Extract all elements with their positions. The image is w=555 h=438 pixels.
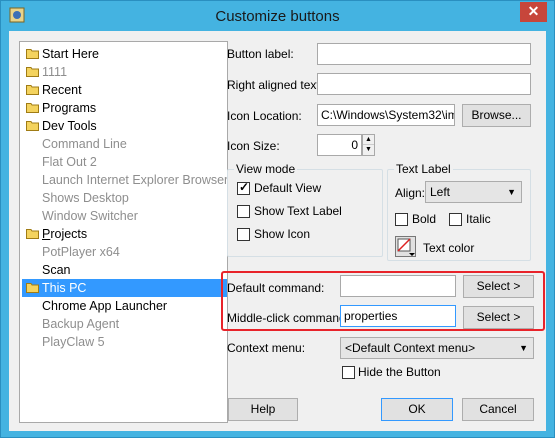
button-label-input[interactable] <box>317 43 531 65</box>
hide-button-label[interactable]: Hide the Button <box>358 365 441 379</box>
default-command-input[interactable] <box>340 275 456 297</box>
middle-click-command-label: Middle-click command: <box>227 311 350 325</box>
default-view-label[interactable]: Default View <box>254 181 321 195</box>
middle-click-command-input[interactable]: properties <box>340 305 456 327</box>
tree-item-label: Flat Out 2 <box>42 155 97 169</box>
icon-size-spinner[interactable]: ▲ ▼ <box>362 134 375 156</box>
tree-item[interactable]: Projects <box>22 225 227 243</box>
tree-item-label: Start Here <box>42 47 99 61</box>
folder-icon <box>26 85 39 95</box>
checkmark-icon: ✓ <box>239 180 250 194</box>
tree-item-label: Chrome App Launcher <box>42 299 168 313</box>
window-title: Customize buttons <box>215 8 340 25</box>
right-aligned-text-label: Right aligned text: <box>227 78 324 92</box>
view-mode-title: View mode <box>234 162 298 176</box>
text-color-label: Text color <box>423 241 475 255</box>
customize-buttons-window: Customize buttons ✕ Start Here 1111 Recent… <box>0 0 555 438</box>
tree-item[interactable]: This PC <box>22 279 227 297</box>
default-command-select-button[interactable]: Select > <box>463 275 534 298</box>
tree-item-label: Command Line <box>42 137 127 151</box>
tree-item[interactable]: 1111 <box>22 63 227 81</box>
tree-item[interactable]: PlayClaw 5 <box>22 333 227 351</box>
text-color-picker-icon[interactable] <box>395 236 416 257</box>
tree-item-label: Launch Internet Explorer Browser <box>42 173 228 187</box>
tree-item-label: Window Switcher <box>42 209 138 223</box>
tree-item[interactable]: Start Here <box>22 45 227 63</box>
close-button[interactable]: ✕ <box>520 2 547 22</box>
context-menu-select[interactable]: <Default Context menu> ▼ <box>340 337 534 359</box>
tree-item-label: Scan <box>42 263 71 277</box>
tree-item[interactable]: Recent <box>22 81 227 99</box>
title-bar[interactable]: Customize buttons ✕ <box>1 1 554 31</box>
right-aligned-text-input[interactable] <box>317 73 531 95</box>
cancel-button[interactable]: Cancel <box>462 398 534 421</box>
tree-item[interactable]: Programs <box>22 99 227 117</box>
spin-down-icon[interactable]: ▼ <box>363 145 374 155</box>
show-icon-label[interactable]: Show Icon <box>254 227 310 241</box>
dialog-body: Start Here 1111 Recent Programs Dev Tools Com… <box>9 31 546 431</box>
align-selected-value: Left <box>430 185 451 199</box>
hide-button-checkbox[interactable] <box>342 366 355 379</box>
ok-button[interactable]: OK <box>381 398 453 421</box>
italic-label[interactable]: Italic <box>466 212 491 226</box>
browse-button[interactable]: Browse... <box>462 104 531 127</box>
tree-item-label: Dev Tools <box>42 119 97 133</box>
default-view-checkbox[interactable]: ✓ <box>237 180 250 195</box>
folder-icon <box>26 49 39 59</box>
icon-size-input[interactable]: 0 <box>317 134 362 156</box>
icon-location-input[interactable]: C:\Windows\System32\imag <box>317 104 455 126</box>
show-icon-checkbox[interactable] <box>237 228 250 241</box>
folder-icon <box>26 229 39 239</box>
tree-item-label: PlayClaw 5 <box>42 335 105 349</box>
text-label-group: Text Label Align: Left ▼ Bold Italic Tex… <box>387 162 531 261</box>
middle-click-select-button[interactable]: Select > <box>463 306 534 329</box>
spin-up-icon[interactable]: ▲ <box>363 135 374 145</box>
tree-item[interactable]: Flat Out 2 <box>22 153 227 171</box>
chevron-down-icon: ▼ <box>519 343 528 353</box>
context-menu-selected-value: <Default Context menu> <box>345 341 476 355</box>
context-menu-label: Context menu: <box>227 341 306 355</box>
align-select[interactable]: Left ▼ <box>425 181 522 203</box>
chevron-down-icon: ▼ <box>507 187 516 197</box>
tree-item-label: Programs <box>42 101 97 115</box>
tree-item-label: Projects <box>42 227 88 241</box>
icon-location-label: Icon Location: <box>227 109 302 123</box>
tree-item[interactable]: Chrome App Launcher <box>22 297 227 315</box>
tree-item-label: Backup Agent <box>42 317 120 331</box>
bold-checkbox[interactable] <box>395 213 408 226</box>
tree-item[interactable]: Window Switcher <box>22 207 227 225</box>
button-label-label: Button label: <box>227 47 294 61</box>
tree-item[interactable]: PotPlayer x64 <box>22 243 227 261</box>
tree-item[interactable]: Backup Agent <box>22 315 227 333</box>
tree-item[interactable]: Command Line <box>22 135 227 153</box>
tree-item[interactable]: Dev Tools <box>22 117 227 135</box>
help-button[interactable]: Help <box>228 398 298 421</box>
tree-item-label: Shows Desktop <box>42 191 129 205</box>
default-command-label: Default command: <box>227 281 325 295</box>
tree-item-label: PotPlayer x64 <box>42 245 120 259</box>
bold-label[interactable]: Bold <box>412 212 436 226</box>
folder-icon <box>26 67 39 77</box>
tree-item[interactable]: Scan <box>22 261 227 279</box>
tree-item-label: 1111 <box>42 65 68 79</box>
folder-icon <box>26 121 39 131</box>
folder-icon <box>26 103 39 113</box>
show-text-label-checkbox[interactable] <box>237 205 250 218</box>
italic-checkbox[interactable] <box>449 213 462 226</box>
button-tree-list[interactable]: Start Here 1111 Recent Programs Dev Tools Com… <box>19 41 228 423</box>
tree-item-label: This PC <box>42 281 87 295</box>
tree-item[interactable]: Shows Desktop <box>22 189 227 207</box>
align-label: Align: <box>395 186 426 200</box>
show-text-label-label[interactable]: Show Text Label <box>254 204 342 218</box>
icon-size-label: Icon Size: <box>227 139 280 153</box>
tree-item[interactable]: Launch Internet Explorer Browser <box>22 171 227 189</box>
view-mode-group: View mode ✓ Default View Show Text Label… <box>227 162 383 257</box>
folder-icon <box>26 283 39 293</box>
text-label-title: Text Label <box>394 162 453 176</box>
tree-item-label: Recent <box>42 83 82 97</box>
